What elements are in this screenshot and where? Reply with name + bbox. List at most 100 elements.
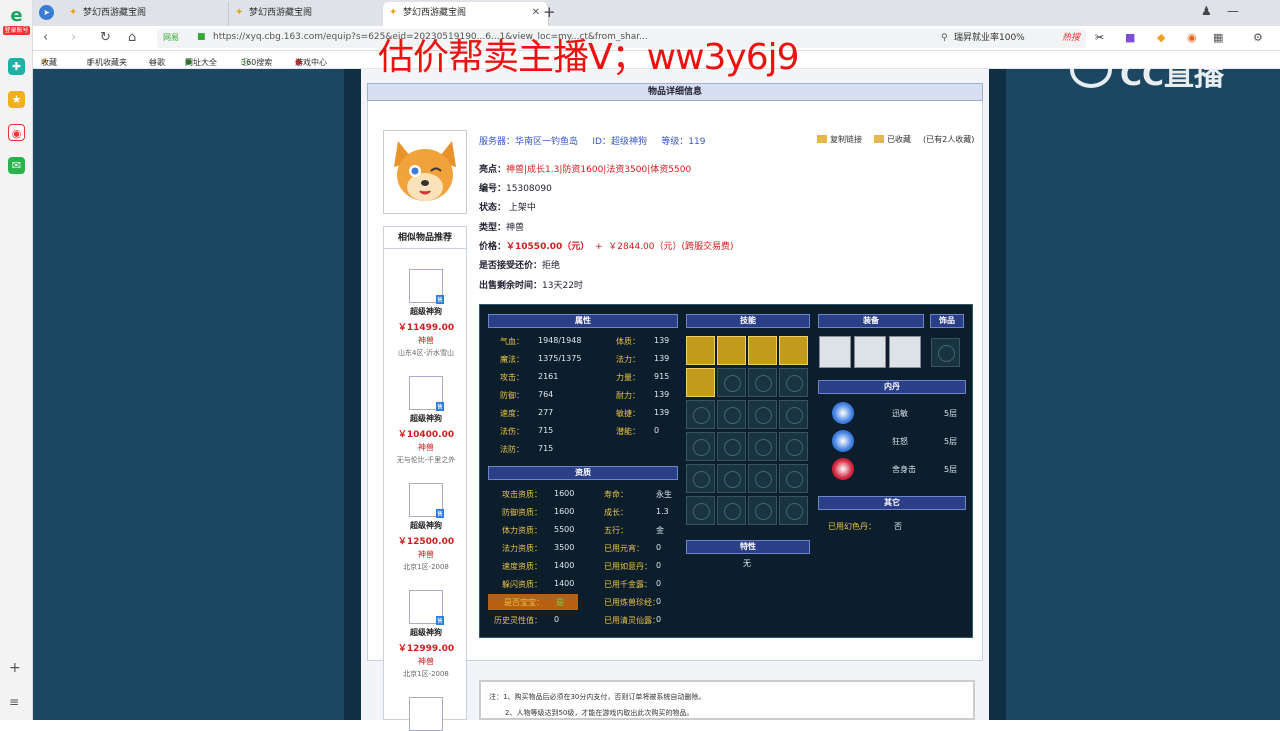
skill-slot-empty[interactable] <box>779 368 808 397</box>
game-icon[interactable]: ◉ <box>1187 31 1197 44</box>
skill-slot-empty[interactable] <box>717 432 746 461</box>
cc-logo-icon <box>1070 52 1112 88</box>
level-value: 119 <box>688 137 706 147</box>
tab-favicon-icon: ✦ <box>235 7 244 18</box>
neidan-gem-icon[interactable] <box>832 402 854 424</box>
attr-value: 0 <box>654 426 660 435</box>
recommend-item[interactable]: 售 超级神狗 ￥12500.00 神兽 北京1区-2008 <box>384 483 468 572</box>
forward-icon[interactable]: › <box>71 30 76 45</box>
tab-1[interactable]: ✦ 梦幻西游藏宝阁 <box>63 2 229 26</box>
accessory-slot[interactable] <box>931 338 960 367</box>
tab-title: 梦幻西游藏宝阁 <box>403 8 467 18</box>
skill-slot-empty[interactable] <box>717 496 746 525</box>
attr-label: 防御： <box>500 391 524 400</box>
skill-slot-empty[interactable] <box>717 368 746 397</box>
aptitude-value: 3500 <box>554 543 575 552</box>
note-1: 注：1、购买物品后必须在30分内支付，否则订单将被系统自动删除。 <box>489 693 706 701</box>
neidan-level: 5层 <box>944 437 958 446</box>
search-box[interactable]: ⚲ 瑞昇就业率100% 热搜 <box>936 29 1086 48</box>
attr-label: 体质： <box>616 337 640 346</box>
id-value: 超级神狗 <box>610 137 647 147</box>
skill-slot-empty[interactable] <box>748 368 777 397</box>
back-icon[interactable]: ‹ <box>43 30 48 45</box>
neidan-gem-icon[interactable] <box>832 430 854 452</box>
copy-link-button[interactable]: 复制链接 <box>817 134 862 145</box>
baby-label: 是否宝宝： <box>504 598 544 607</box>
skill-slot-empty[interactable] <box>779 400 808 429</box>
shield-icon[interactable]: ◆ <box>1157 31 1165 44</box>
add-icon[interactable]: + <box>9 660 21 676</box>
type-line: 类型：神兽 <box>479 223 525 233</box>
tab-2[interactable]: ✦ 梦幻西游藏宝阁 <box>229 2 395 26</box>
shirt-icon[interactable]: ♟ <box>1201 4 1212 18</box>
equip-slot-3[interactable] <box>889 336 921 368</box>
scissors-icon[interactable]: ✂ <box>1095 31 1104 44</box>
equip-slot-1[interactable] <box>819 336 851 368</box>
extension-icon[interactable]: ■ <box>1125 31 1135 44</box>
aptitude-label: 速度资质： <box>502 562 542 571</box>
skill-slot-empty[interactable] <box>779 496 808 525</box>
recommend-item[interactable]: 售 超级神狗 ￥10400.00 神兽 无与伦比-千里之外 <box>384 376 468 465</box>
skill-slot-empty[interactable] <box>779 432 808 461</box>
equip-slot-2[interactable] <box>854 336 886 368</box>
skill-slot-empty[interactable] <box>686 432 715 461</box>
skill-slot[interactable] <box>748 336 777 365</box>
cc-live-logo: CC直播 <box>1070 50 1240 93</box>
recommend-item[interactable]: 售 超级神狗 ￥12999.00 神兽 北京1区-2008 <box>384 590 468 679</box>
web-page: 物品详细信息 服务器：华南区一钓鱼岛 ID：超级神狗 等级：119 复制链接 已… <box>33 69 1280 731</box>
star-app-icon[interactable]: ★ <box>8 91 25 108</box>
login-button[interactable]: 登录账号 <box>3 26 30 35</box>
skill-slot-empty[interactable] <box>686 464 715 493</box>
attr-value: 715 <box>538 426 554 435</box>
mail-icon[interactable]: ✉ <box>8 157 25 174</box>
skill-slot-empty[interactable] <box>686 400 715 429</box>
site-tag: 网易 <box>163 33 179 42</box>
skill-slot-empty[interactable] <box>717 464 746 493</box>
reload-icon[interactable]: ↻ <box>100 30 111 45</box>
aptitude-value: 0 <box>656 579 662 588</box>
browser-logo[interactable]: e 登录账号 <box>3 6 30 36</box>
neidan-gem-icon[interactable] <box>832 458 854 480</box>
settings-icon[interactable]: ⚙ <box>1253 31 1263 44</box>
fee-value: ￥2844.00（元）(跨服交易费) <box>608 242 734 252</box>
skill-slot-empty[interactable] <box>686 496 715 525</box>
favorite-button[interactable]: 已收藏 <box>874 134 911 145</box>
skill-slot-empty[interactable] <box>748 464 777 493</box>
weibo-icon[interactable]: ◉ <box>8 124 25 141</box>
aptitude-value: 0 <box>656 561 662 570</box>
id-label: ID： <box>592 137 611 147</box>
tab-favicon-icon: ✦ <box>69 7 78 18</box>
time-value: 13天22时 <box>542 281 583 291</box>
recommend-item[interactable] <box>384 697 468 731</box>
navigation-icon[interactable]: ➤ <box>39 5 54 20</box>
recommend-item[interactable]: 售 超级神狗 ￥11499.00 神兽 山东4区-沂水雪山 <box>384 269 468 358</box>
skill-slot-empty[interactable] <box>717 400 746 429</box>
attr-label: 魔法： <box>500 355 524 364</box>
skill-slot[interactable] <box>779 336 808 365</box>
menu-icon[interactable]: ≡ <box>9 695 19 709</box>
tab-bar: ➤ ✦ 梦幻西游藏宝阁 ✦ 梦幻西游藏宝阁 ✦ 梦幻西游藏宝阁 ✕ + ♟ — <box>33 0 1280 26</box>
skill-slot-empty[interactable] <box>748 432 777 461</box>
skill-slot[interactable] <box>686 336 715 365</box>
skill-slot-empty[interactable] <box>748 400 777 429</box>
neidan-level: 5层 <box>944 465 958 474</box>
aptitude-label: 已用清灵仙露： <box>604 616 660 625</box>
skill-slot[interactable] <box>686 368 715 397</box>
apps-icon[interactable]: ▦ <box>1213 31 1223 44</box>
lock-icon: ■ <box>197 32 206 42</box>
equip-header: 装备 <box>818 314 924 328</box>
plus-app-icon[interactable]: ✚ <box>8 58 25 75</box>
hot-search-badge[interactable]: 热搜 <box>1062 29 1080 48</box>
skill-slot[interactable] <box>717 336 746 365</box>
history-value: 0 <box>554 615 560 624</box>
tab-close-icon[interactable]: ✕ <box>532 2 540 24</box>
tab-3-active[interactable]: ✦ 梦幻西游藏宝阁 ✕ <box>383 2 549 26</box>
home-icon[interactable]: ⌂ <box>128 30 136 45</box>
skill-slot-empty[interactable] <box>748 496 777 525</box>
new-tab-button[interactable]: + <box>543 3 556 21</box>
skill-slot-empty[interactable] <box>779 464 808 493</box>
purchase-notes: 注：1、购买物品后必须在30分内支付，否则订单将被系统自动删除。 2、人物等级达… <box>479 680 975 720</box>
pet-avatar <box>383 130 467 214</box>
attr-value: 277 <box>538 408 554 417</box>
minimize-icon[interactable]: — <box>1227 4 1239 18</box>
